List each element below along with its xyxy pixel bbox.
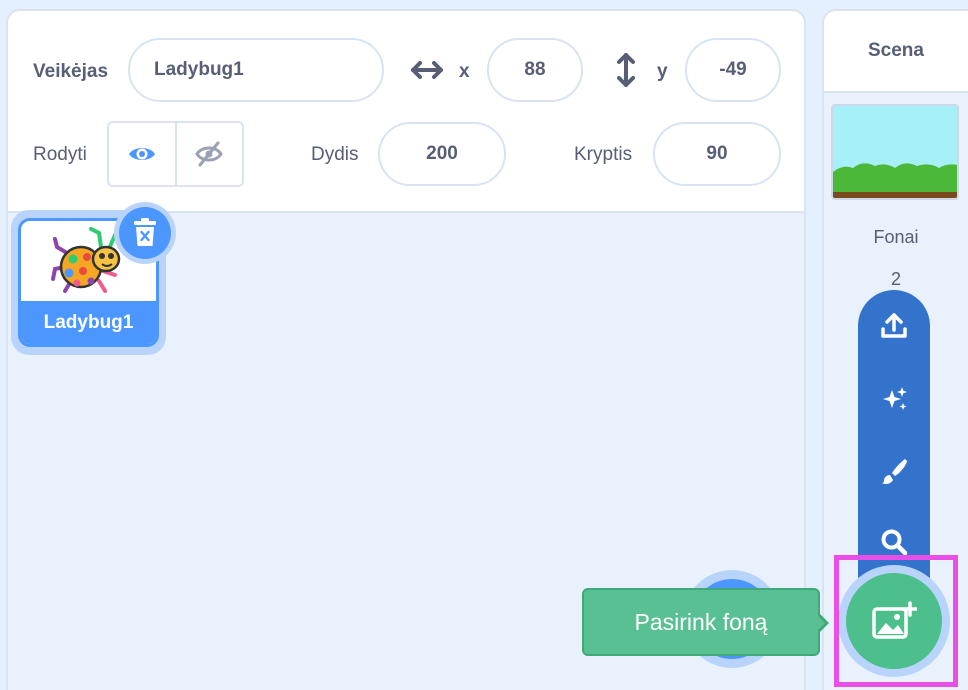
- eye-slash-icon: [195, 141, 224, 167]
- backdrops-label: Fonai: [873, 227, 919, 247]
- paint-icon: [882, 459, 907, 484]
- tooltip-arrow: [816, 612, 829, 634]
- sprite-name-input[interactable]: Ladybug1: [128, 38, 384, 102]
- backdrop-menu: [858, 290, 930, 590]
- x-position-icon: [411, 61, 443, 79]
- direction-input[interactable]: 90: [653, 122, 781, 186]
- x-input[interactable]: 88: [487, 38, 583, 102]
- paint-backdrop-button[interactable]: [858, 447, 930, 495]
- show-label: Rodyti: [33, 144, 87, 165]
- eye-icon: [128, 148, 155, 160]
- y-label: y: [657, 61, 668, 82]
- upload-backdrop-button[interactable]: [858, 302, 930, 350]
- trash-icon: [134, 218, 156, 246]
- surprise-backdrop-button[interactable]: [858, 375, 930, 423]
- search-icon: [881, 529, 908, 556]
- visibility-toggle: [107, 121, 244, 187]
- size-label: Dydis: [311, 144, 359, 165]
- size-input[interactable]: 200: [378, 122, 506, 186]
- surprise-icon: [883, 387, 907, 410]
- x-label: x: [459, 61, 470, 82]
- y-input[interactable]: -49: [685, 38, 781, 102]
- direction-label: Kryptis: [574, 144, 633, 165]
- upload-icon: [881, 313, 907, 338]
- sprite-info: Veikėjas Ladybug1 x 88 y -49 Rodyti Dydi…: [8, 11, 804, 213]
- highlight-box: [834, 555, 958, 687]
- y-position-icon: [617, 53, 635, 87]
- scratch-editor-pane: Veikėjas Ladybug1 x 88 y -49 Rodyti Dydi…: [0, 0, 968, 690]
- show-sprite-button[interactable]: [109, 123, 175, 185]
- choose-backdrop-tooltip: Pasirink foną: [582, 588, 820, 656]
- delete-sprite-button[interactable]: [114, 202, 176, 264]
- stage-thumbnail[interactable]: [831, 104, 959, 200]
- sprite-label: Veikėjas: [33, 61, 109, 82]
- sprite-tile-name: Ladybug1: [21, 301, 156, 344]
- backdrop-preview-image: [833, 106, 957, 198]
- stage-title: Scena: [824, 11, 968, 93]
- hide-sprite-button[interactable]: [174, 123, 243, 185]
- backdrops-count: 2: [890, 269, 901, 289]
